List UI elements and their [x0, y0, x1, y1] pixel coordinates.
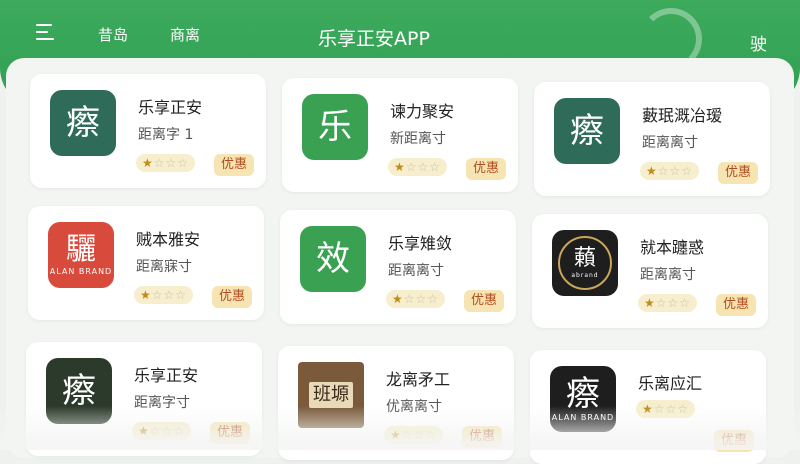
app-card[interactable]: 乐 谏力聚安 新距离寸 ★☆☆☆ 优惠: [282, 78, 518, 192]
app-name: 藪珉溉冶瑷: [642, 106, 723, 125]
rating-stars: ★☆☆☆: [384, 426, 444, 444]
discount-badge[interactable]: 优惠: [212, 286, 252, 308]
app-name: 谏力聚安: [390, 102, 455, 121]
app-card[interactable]: 驪 ALAN BRAND 贼本雅安 距离寐寸 ★☆☆☆ 优惠: [28, 206, 264, 320]
app-distance: 距离离寸: [642, 135, 698, 151]
rating-stars: ★☆☆☆: [134, 286, 194, 304]
icon-glyph: 藾: [573, 245, 596, 271]
tab-left[interactable]: 昔岛: [98, 24, 128, 45]
page-title: 乐享正安APP: [318, 28, 430, 50]
app-distance: 距离离寸: [388, 263, 444, 279]
icon-glyph: 瘵: [570, 111, 604, 151]
discount-badge[interactable]: 优惠: [464, 290, 504, 312]
app-list-panel: 瘵 乐享正安 距离字 1 ★☆☆☆ 优惠 乐 谏力聚安 新距离寸 ★☆☆☆ 优惠…: [6, 58, 794, 464]
app-distance: 距离离寸: [640, 267, 696, 283]
icon-glyph: 班塬: [309, 382, 353, 408]
app-card[interactable]: 瘵 乐享正安 距离字 1 ★☆☆☆ 优惠: [30, 74, 266, 188]
app-icon: 瘵: [554, 98, 620, 164]
icon-glyph: 瘵: [66, 103, 100, 143]
app-name: 乐离应汇: [638, 374, 703, 393]
discount-badge[interactable]: 优惠: [714, 430, 754, 452]
icon-subtext: abrand: [571, 271, 599, 279]
menu-icon[interactable]: [36, 24, 56, 42]
app-card[interactable]: 藾 abrand 就本躔惑 距离离寸 ★☆☆☆ 优惠: [532, 214, 768, 328]
discount-badge[interactable]: 优惠: [716, 294, 756, 316]
icon-subtext: ALAN BRAND: [49, 266, 113, 276]
icon-glyph: 瘵: [566, 373, 600, 414]
app-distance: 优离离寸: [386, 399, 442, 415]
app-icon: 藾 abrand: [552, 230, 618, 296]
app-icon: 瘵 ALAN BRAND: [550, 366, 616, 432]
discount-badge[interactable]: 优惠: [718, 162, 758, 184]
rating-stars: ★☆☆☆: [636, 400, 696, 418]
discount-badge[interactable]: 优惠: [214, 154, 254, 176]
app-distance: 距离字 1: [138, 127, 194, 143]
app-name: 贼本雅安: [136, 230, 201, 249]
header-right-label[interactable]: 驶: [750, 30, 767, 55]
app-distance: 新距离寸: [390, 131, 446, 147]
app-icon: 瘵: [50, 90, 116, 156]
app-card[interactable]: 瘵 藪珉溉冶瑷 距离离寸 ★☆☆☆ 优惠: [534, 82, 770, 196]
app-name: 乐享正安: [138, 98, 203, 117]
app-name: 乐享正安: [134, 366, 199, 385]
discount-badge[interactable]: 优惠: [466, 158, 506, 180]
icon-ring: 藾 abrand: [558, 236, 612, 290]
app-card[interactable]: 瘵 乐享正安 距离字寸 ★☆☆☆ 优惠: [26, 342, 262, 456]
storefront-photo-icon: 班塬: [298, 362, 364, 428]
rating-stars: ★☆☆☆: [136, 154, 196, 172]
app-icon: 效: [300, 226, 366, 292]
app-distance: 距离字寸: [134, 395, 190, 411]
app-card[interactable]: 效 乐享雉敛 距离离寸 ★☆☆☆ 优惠: [280, 210, 516, 324]
app-distance: 距离寐寸: [136, 259, 192, 275]
icon-glyph: 驪: [66, 231, 96, 267]
icon-glyph: 瘵: [62, 371, 96, 411]
icon-glyph: 乐: [318, 107, 352, 147]
rating-stars: ★☆☆☆: [638, 294, 698, 312]
rating-stars: ★☆☆☆: [386, 290, 446, 308]
tab-right[interactable]: 商离: [170, 24, 200, 45]
rating-stars: ★☆☆☆: [132, 422, 192, 440]
icon-glyph: 效: [316, 239, 350, 279]
rating-stars: ★☆☆☆: [640, 162, 700, 180]
app-icon: 乐: [302, 94, 368, 160]
app-icon: 瘵: [46, 358, 112, 424]
rating-stars: ★☆☆☆: [388, 158, 448, 176]
app-card[interactable]: 班塬 龙离矛工 优离离寸 ★☆☆☆ 优惠: [278, 346, 514, 460]
app-icon: 驪 ALAN BRAND: [48, 222, 114, 288]
app-name: 乐享雉敛: [388, 234, 453, 253]
discount-badge[interactable]: 优惠: [210, 422, 250, 444]
app-name: 就本躔惑: [640, 238, 705, 257]
icon-subtext: ALAN BRAND: [551, 412, 615, 422]
app-name: 龙离矛工: [386, 370, 451, 389]
discount-badge[interactable]: 优惠: [462, 426, 502, 448]
app-card[interactable]: 瘵 ALAN BRAND 乐离应汇 ★☆☆☆ 优惠: [530, 350, 766, 464]
